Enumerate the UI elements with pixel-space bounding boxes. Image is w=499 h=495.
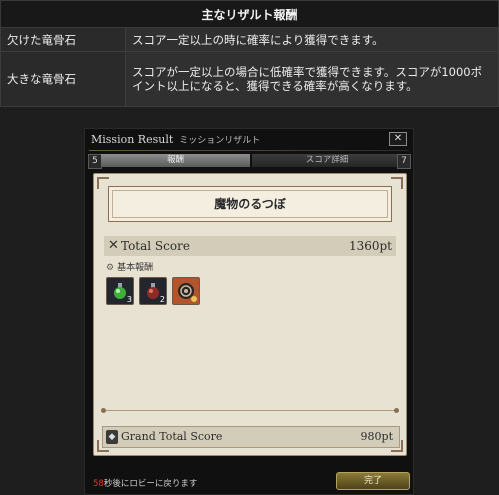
item-count: 3 (126, 295, 132, 304)
table-row: 欠けた竜骨石 スコア一定以上の時に確率により獲得できます。 (0, 27, 499, 52)
basic-reward-label: 基本報酬 (117, 263, 154, 273)
countdown-message: 秒後にロビーに戻ります (103, 479, 198, 489)
grand-total-value: 980pt (360, 430, 393, 443)
total-score-row: ✕ Total Score 1360pt (104, 236, 396, 256)
close-icon: ✕ (393, 133, 403, 144)
table-row: 大きな竜骨石 スコアが一定以上の場合に低確率で獲得できます。スコアが1000ポイ… (0, 51, 499, 107)
done-button[interactable]: 完了 (336, 472, 410, 490)
reward-name: 欠けた竜骨石 (0, 27, 126, 52)
badge-icon: ◆ (106, 430, 118, 444)
reward-table: 主なリザルト報酬 欠けた竜骨石 スコア一定以上の時に確率により獲得できます。 大… (0, 0, 499, 107)
tab-score-details[interactable]: スコア詳細 (252, 154, 402, 167)
total-score-label: Total Score (121, 239, 190, 253)
corner-ornament (391, 177, 403, 189)
reward-description: スコア一定以上の時に確率により獲得できます。 (125, 27, 499, 52)
window-title-en: Mission Result (91, 133, 174, 146)
result-panel: 魔物のるつぼ ✕ Total Score 1360pt ⚙ 基本報酬 3 2 ◆… (93, 173, 407, 456)
reward-item[interactable]: 3 (106, 277, 134, 305)
mission-result-window: Mission Result ミッションリザルト ✕ 5 報酬 スコア詳細 7 魔… (84, 128, 414, 495)
tab-rewards[interactable]: 報酬 (101, 154, 250, 167)
window-title-jp: ミッションリザルト (179, 136, 261, 146)
total-score-value: 1360pt (348, 239, 392, 253)
mission-name-banner: 魔物のるつぼ (108, 186, 392, 222)
countdown-seconds: 58 (93, 479, 104, 489)
item-count: 2 (159, 295, 165, 304)
shell-icon (173, 278, 199, 304)
reward-table-header: 主なリザルト報酬 (0, 0, 499, 28)
basic-reward-heading: ⚙ 基本報酬 (106, 262, 153, 274)
reward-name: 大きな竜骨石 (0, 51, 126, 107)
close-button[interactable]: ✕ (389, 132, 407, 146)
window-title: Mission Result ミッションリザルト (91, 133, 260, 146)
panel-divider (101, 408, 399, 413)
grand-total-row: ◆ Grand Total Score 980pt (102, 426, 400, 448)
title-divider (89, 150, 409, 151)
crossed-swords-icon: ✕ (108, 238, 119, 253)
reward-description: スコアが一定以上の場合に低確率で獲得できます。スコアが1000ポイント以上になる… (125, 51, 499, 107)
tab-prev-key[interactable]: 5 (88, 154, 102, 169)
grand-total-label: Grand Total Score (121, 430, 223, 443)
reward-item[interactable]: 2 (139, 277, 167, 305)
gear-icon: ⚙ (106, 263, 115, 273)
reward-item[interactable] (172, 277, 200, 305)
tab-next-key[interactable]: 7 (397, 154, 411, 169)
return-countdown: 58秒後にロビーに戻ります (93, 477, 197, 489)
